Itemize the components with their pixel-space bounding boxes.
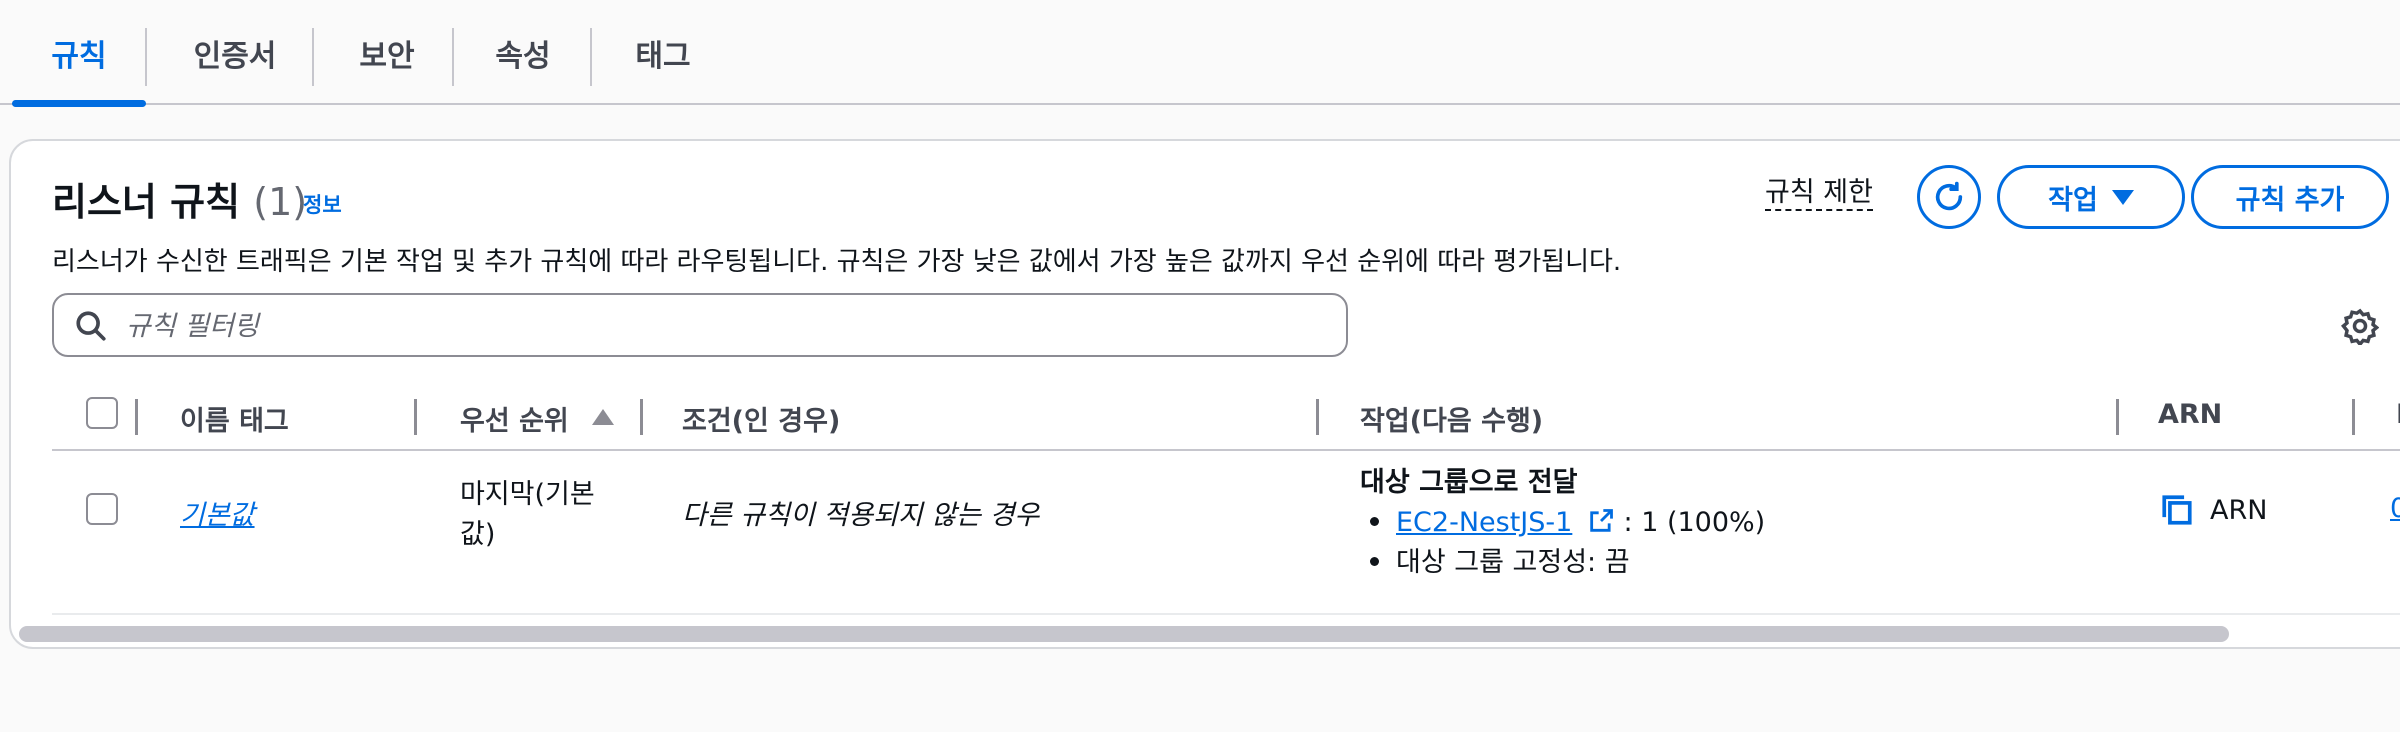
arn-copy[interactable]: ARN <box>2160 493 2267 527</box>
row-select-checkbox[interactable] <box>86 493 118 525</box>
column-resizer[interactable] <box>2352 399 2355 435</box>
tab-divider <box>590 28 592 86</box>
actions-button-label: 작업 <box>2048 184 2098 216</box>
settings-gear-icon[interactable] <box>2341 307 2379 345</box>
tab-certificates[interactable]: 인증서 <box>160 0 310 105</box>
search-icon <box>76 311 106 341</box>
tab-rules[interactable]: 규칙 <box>12 0 146 107</box>
panel-title: 리스너 규칙 (1) <box>52 171 307 226</box>
rule-priority: 마지막(기본값) <box>460 479 595 550</box>
header-conditions[interactable]: 조건(인 경우) <box>682 399 840 438</box>
rule-action: 대상 그룹으로 전달 EC2-NestJS-1 : 1 (100%) 대상 그룹… <box>1360 463 1765 583</box>
caret-down-icon <box>2111 189 2134 205</box>
rule-name-link[interactable]: 기본값 <box>180 493 255 532</box>
tab-tags[interactable]: 태그 <box>600 0 726 105</box>
header-name-tag[interactable]: 이름 태그 <box>180 399 289 438</box>
actions-dropdown-button[interactable]: 작업 <box>1997 165 2185 229</box>
table-header: 이름 태그 우선 순위 조건(인 경우) 작업(다음 수행) ARN E <box>52 377 2400 451</box>
column-resizer[interactable] <box>414 399 417 435</box>
add-rule-button[interactable]: 규칙 추가 <box>2191 165 2389 229</box>
tab-attributes[interactable]: 속성 <box>462 0 584 105</box>
copy-icon[interactable] <box>2160 493 2194 527</box>
select-all-checkbox[interactable] <box>86 397 118 429</box>
panel-description: 리스너가 수신한 트래픽은 기본 작업 및 추가 규칙에 따라 라우팅됩니다. … <box>52 247 1622 277</box>
column-resizer[interactable] <box>640 399 643 435</box>
rule-limits-link[interactable]: 규칙 제한 <box>1765 177 1873 212</box>
arn-label: ARN <box>2210 494 2268 526</box>
info-link[interactable]: 정보 <box>303 189 342 219</box>
action-title: 대상 그룹으로 전달 <box>1360 467 1578 498</box>
add-rule-label: 규칙 추가 <box>2235 184 2345 216</box>
tab-bar: 규칙 인증서 보안 속성 태그 <box>0 0 2400 107</box>
rule-condition: 다른 규칙이 적용되지 않는 경우 <box>682 500 1040 531</box>
table-row: 기본값 마지막(기본값) 다른 규칙이 적용되지 않는 경우 대상 그룹으로 전… <box>52 453 2400 615</box>
horizontal-scrollbar[interactable] <box>19 626 2229 642</box>
filter-rules-search <box>52 293 1348 357</box>
sort-ascending-icon[interactable] <box>592 409 614 425</box>
listener-rules-panel: 리스너 규칙 (1) 정보 리스너가 수신한 트래픽은 기본 작업 및 추가 규… <box>9 139 2400 649</box>
header-priority[interactable]: 우선 순위 <box>460 399 569 438</box>
tab-divider <box>452 28 454 86</box>
target-group-link[interactable]: EC2-NestJS-1 <box>1396 507 1572 538</box>
header-partial[interactable]: E <box>2396 399 2400 430</box>
header-arn[interactable]: ARN <box>2158 399 2222 430</box>
refresh-button[interactable] <box>1917 165 1981 229</box>
refresh-icon <box>1935 181 1963 211</box>
tab-divider <box>145 28 147 86</box>
search-input[interactable] <box>124 305 1324 347</box>
column-resizer[interactable] <box>1316 399 1319 435</box>
row-partial-cell[interactable]: 0 <box>2390 493 2400 524</box>
target-group-item: EC2-NestJS-1 : 1 (100%) <box>1360 503 1765 543</box>
header-actions[interactable]: 작업(다음 수행) <box>1360 399 1543 438</box>
target-weight: : 1 (100%) <box>1623 507 1766 538</box>
column-resizer[interactable] <box>135 399 138 435</box>
tab-security[interactable]: 보안 <box>322 0 452 105</box>
external-link-icon[interactable] <box>1587 507 1615 535</box>
panel-title-text: 리스너 규칙 <box>52 180 241 224</box>
column-resizer[interactable] <box>2116 399 2119 435</box>
rule-count: (1) <box>253 180 308 224</box>
stickiness-item: 대상 그룹 고정성: 끔 <box>1360 543 1765 583</box>
tab-divider <box>312 28 314 86</box>
